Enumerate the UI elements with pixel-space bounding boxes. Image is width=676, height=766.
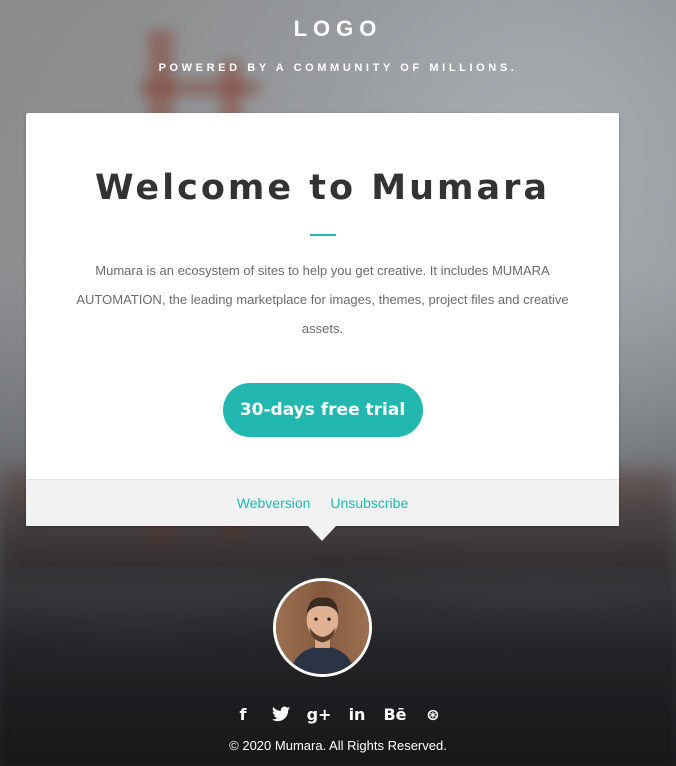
twitter-icon[interactable] — [271, 704, 291, 724]
facebook-icon[interactable]: f — [233, 704, 253, 724]
social-links: f g+ in Bē ⊛ — [0, 704, 676, 724]
logo: LOGO — [293, 16, 383, 41]
unsubscribe-link[interactable]: Unsubscribe — [330, 495, 408, 511]
tagline: POWERED BY A COMMUNITY OF MILLIONS. — [158, 62, 518, 74]
welcome-card: Welcome to Mumara Mumara is an ecosystem… — [26, 113, 619, 526]
copyright: © 2020 Mumara. All Rights Reserved. — [229, 738, 447, 753]
card-footer-links: Webversion Unsubscribe — [26, 479, 619, 526]
avatar — [273, 578, 372, 677]
card-pointer — [308, 526, 336, 541]
google-plus-icon[interactable]: g+ — [307, 704, 332, 724]
avatar-portrait — [276, 581, 369, 674]
webversion-link[interactable]: Webversion — [237, 495, 311, 511]
card-description: Mumara is an ecosystem of sites to help … — [76, 263, 569, 336]
dribbble-icon[interactable]: ⊛ — [423, 704, 443, 724]
twitter-bird-icon — [272, 706, 290, 722]
card-title: Welcome to Mumara — [95, 168, 550, 208]
free-trial-button[interactable]: 30-days free trial — [222, 383, 423, 437]
title-divider — [309, 234, 336, 236]
behance-icon[interactable]: Bē — [383, 704, 406, 724]
header: LOGO POWERED BY A COMMUNITY OF MILLIONS. — [0, 16, 676, 74]
linkedin-icon[interactable]: in — [347, 704, 367, 724]
